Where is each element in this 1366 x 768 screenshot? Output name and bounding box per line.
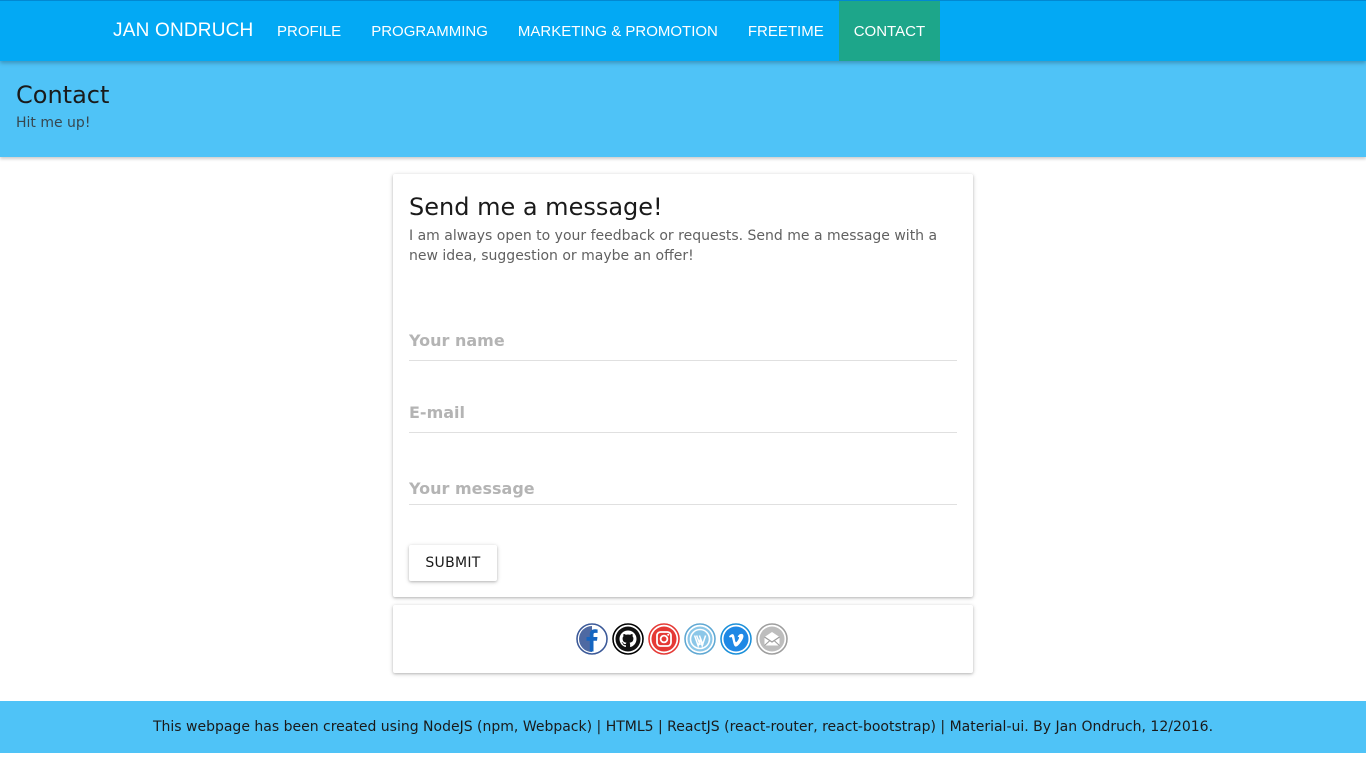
social-links-card [393, 605, 973, 673]
page-subtitle: Hit me up! [16, 115, 91, 131]
nav-item-contact[interactable]: CONTACT [838, 1, 941, 61]
email-icon [756, 623, 788, 655]
facebook-icon [576, 623, 608, 655]
name-input[interactable] [409, 321, 957, 361]
vimeo-icon [720, 623, 752, 655]
page-footer: This webpage has been created using Node… [0, 701, 1366, 753]
page-header: Contact Hit me up! [0, 61, 1366, 157]
message-input[interactable] [409, 465, 957, 505]
nav-menu: PROFILE PROGRAMMING MARKETING & PROMOTIO… [262, 1, 941, 61]
submit-button[interactable]: SUBMIT [409, 545, 497, 581]
social-links-row [576, 623, 788, 655]
contact-form-description: I am always open to your feedback or req… [409, 228, 938, 264]
github-icon [612, 623, 644, 655]
email-input[interactable] [409, 393, 957, 433]
page-title: Contact [16, 81, 110, 109]
contact-form-card: Send me a message! I am always open to y… [393, 174, 973, 597]
wordpress-link[interactable] [684, 623, 716, 655]
email-link[interactable] [756, 623, 788, 655]
brand-link[interactable]: JAN ONDRUCH [113, 20, 253, 42]
vimeo-link[interactable] [720, 623, 752, 655]
nav-item-profile[interactable]: PROFILE [262, 1, 356, 61]
instagram-icon [648, 623, 680, 655]
top-navbar: JAN ONDRUCH PROFILE PROGRAMMING MARKETIN… [0, 0, 1366, 61]
nav-item-marketing-promotion[interactable]: MARKETING & PROMOTION [503, 1, 733, 61]
nav-item-freetime[interactable]: FREETIME [733, 1, 839, 61]
github-link[interactable] [612, 623, 644, 655]
instagram-link[interactable] [648, 623, 680, 655]
facebook-link[interactable] [576, 623, 608, 655]
footer-text: This webpage has been created using Node… [152, 719, 1214, 735]
nav-item-programming[interactable]: PROGRAMMING [356, 1, 503, 61]
contact-form-title: Send me a message! [409, 193, 663, 221]
wordpress-icon [684, 623, 716, 655]
